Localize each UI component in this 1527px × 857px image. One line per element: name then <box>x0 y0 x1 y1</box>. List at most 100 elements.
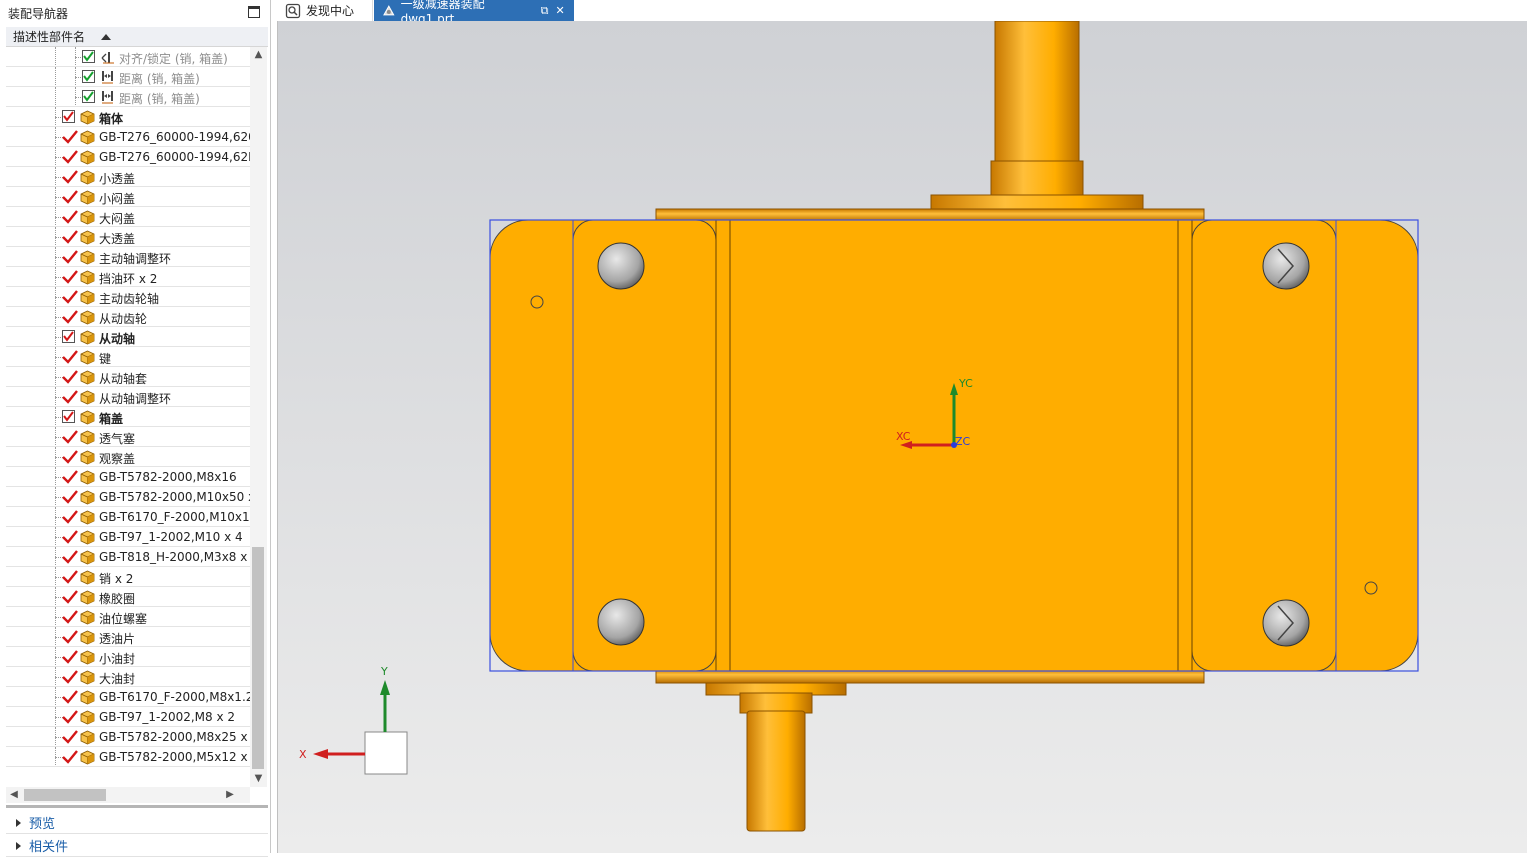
tree-vertical-scrollbar[interactable]: ▲ ▼ <box>250 47 267 787</box>
tree-row[interactable]: GB-T6170_F-2000,M10x1.5 <box>6 507 250 527</box>
visible-checkmark-icon[interactable] <box>62 550 78 564</box>
tree-row[interactable]: 橡胶圈 <box>6 587 250 607</box>
view-triad[interactable]: Y X <box>299 665 408 775</box>
visible-checkmark-icon[interactable] <box>62 510 78 524</box>
visible-checkmark-icon[interactable] <box>62 610 78 624</box>
tree-row[interactable]: 对齐/锁定 (销, 箱盖) <box>6 47 250 67</box>
tree-row[interactable]: GB-T97_1-2002,M10 x 4 <box>6 527 250 547</box>
scrollbar-thumb[interactable] <box>24 789 106 801</box>
visible-checkmark-icon[interactable] <box>62 490 78 504</box>
assembly-model-view[interactable]: YC XC ZC Y X <box>278 21 1527 853</box>
tab-active-part[interactable]: 一级减速器装配dwg1.prt ⧉ ✕ <box>374 0 574 26</box>
visible-checkmark-icon[interactable] <box>62 270 78 284</box>
column-header-part-name[interactable]: 描述性部件名 <box>6 27 268 47</box>
tree-row-label: GB-T5782-2000,M10x50 x <box>99 490 250 504</box>
tree-row[interactable]: 销 x 2 <box>6 567 250 587</box>
tree-row-label: 挡油环 x 2 <box>99 272 158 286</box>
checkbox-checked-icon[interactable] <box>62 410 75 423</box>
tree-row[interactable]: 油位螺塞 <box>6 607 250 627</box>
output-shaft-bottom[interactable] <box>705 680 847 832</box>
tree-row[interactable]: 小油封 <box>6 647 250 667</box>
tree-row[interactable]: 小闷盖 <box>6 187 250 207</box>
visible-checkmark-icon[interactable] <box>62 450 78 464</box>
visible-checkmark-icon[interactable] <box>62 570 78 584</box>
tree-row[interactable]: 从动齿轮 <box>6 307 250 327</box>
tree-row[interactable]: GB-T5782-2000,M8x25 x 2 <box>6 727 250 747</box>
tree-row[interactable]: 小透盖 <box>6 167 250 187</box>
section-preview[interactable]: 预览 <box>6 812 268 834</box>
tree-row[interactable]: GB-T5782-2000,M5x12 x 2 <box>6 747 250 767</box>
tree-row[interactable]: GB-T6170_F-2000,M8x1.25 <box>6 687 250 707</box>
tree-row[interactable]: 大闷盖 <box>6 207 250 227</box>
visible-checkmark-icon[interactable] <box>62 470 78 484</box>
visible-checkmark-icon[interactable] <box>62 150 78 164</box>
component-cube-icon <box>80 690 95 705</box>
visible-checkmark-icon[interactable] <box>62 350 78 364</box>
visible-checkmark-icon[interactable] <box>62 710 78 724</box>
checkbox-checked-icon[interactable] <box>62 110 75 123</box>
scroll-right-icon[interactable]: ▶ <box>222 787 238 803</box>
tab-discovery-center[interactable]: 发现中心 <box>277 0 373 21</box>
input-shaft-top[interactable] <box>930 21 1144 212</box>
visible-checkmark-icon[interactable] <box>62 530 78 544</box>
tree-row[interactable]: 距离 (销, 箱盖) <box>6 67 250 87</box>
maximize-icon[interactable] <box>248 6 260 18</box>
scrollbar-thumb[interactable] <box>252 547 264 769</box>
tree-row[interactable]: 透气塞 <box>6 427 250 447</box>
tree-row[interactable]: 观察盖 <box>6 447 250 467</box>
visible-checkmark-icon[interactable] <box>62 210 78 224</box>
component-cube-icon <box>80 210 95 225</box>
tree-row[interactable]: GB-T276_60000-1994,6202 <box>6 127 250 147</box>
visible-checkmark-icon[interactable] <box>62 650 78 664</box>
tree-row[interactable]: 箱体 <box>6 107 250 127</box>
close-icon[interactable]: ✕ <box>554 4 566 17</box>
visible-checkmark-icon[interactable] <box>62 310 78 324</box>
tree-row[interactable]: GB-T818_H-2000,M3x8 x 4 <box>6 547 250 567</box>
tree-row[interactable]: 从动轴调整环 <box>6 387 250 407</box>
visible-checkmark-icon[interactable] <box>62 630 78 644</box>
panel-splitter[interactable] <box>6 805 268 808</box>
constraint-checkbox-icon[interactable] <box>82 90 95 103</box>
component-cube-icon <box>80 190 95 205</box>
tree-row[interactable]: 键 <box>6 347 250 367</box>
tree-row[interactable]: 挡油环 x 2 <box>6 267 250 287</box>
visible-checkmark-icon[interactable] <box>62 390 78 404</box>
tree-row[interactable]: 从动轴 <box>6 327 250 347</box>
tree-row[interactable]: 距离 (销, 箱盖) <box>6 87 250 107</box>
tree-row[interactable]: 大透盖 <box>6 227 250 247</box>
tree-row[interactable]: 主动轴调整环 <box>6 247 250 267</box>
checkbox-checked-icon[interactable] <box>62 330 75 343</box>
constraint-checkbox-icon[interactable] <box>82 70 95 83</box>
visible-checkmark-icon[interactable] <box>62 730 78 744</box>
scroll-down-icon[interactable]: ▼ <box>250 771 267 787</box>
tree-row[interactable]: 大油封 <box>6 667 250 687</box>
component-cube-icon <box>80 730 95 745</box>
constraint-checkbox-icon[interactable] <box>82 50 95 63</box>
visible-checkmark-icon[interactable] <box>62 370 78 384</box>
tree-horizontal-scrollbar[interactable]: ◀ ▶ <box>6 787 250 803</box>
scroll-left-icon[interactable]: ◀ <box>6 787 22 803</box>
visible-checkmark-icon[interactable] <box>62 290 78 304</box>
scroll-up-icon[interactable]: ▲ <box>250 47 267 63</box>
visible-checkmark-icon[interactable] <box>62 250 78 264</box>
tree-row[interactable]: GB-T276_60000-1994,62I2 <box>6 147 250 167</box>
visible-checkmark-icon[interactable] <box>62 170 78 184</box>
tree-row[interactable]: 透油片 <box>6 627 250 647</box>
tree-row[interactable]: GB-T97_1-2002,M8 x 2 <box>6 707 250 727</box>
tree-row[interactable]: GB-T5782-2000,M8x16 <box>6 467 250 487</box>
tab-undock-icon[interactable]: ⧉ <box>539 4 551 17</box>
visible-checkmark-icon[interactable] <box>62 590 78 604</box>
tree-row[interactable]: 从动轴套 <box>6 367 250 387</box>
tree-row[interactable]: 主动齿轮轴 <box>6 287 250 307</box>
visible-checkmark-icon[interactable] <box>62 190 78 204</box>
tree-row[interactable]: 箱盖 <box>6 407 250 427</box>
graphics-viewport[interactable]: YC XC ZC Y X <box>277 21 1527 853</box>
visible-checkmark-icon[interactable] <box>62 230 78 244</box>
visible-checkmark-icon[interactable] <box>62 750 78 764</box>
section-related[interactable]: 相关件 <box>6 835 268 857</box>
visible-checkmark-icon[interactable] <box>62 430 78 444</box>
tree-row[interactable]: GB-T5782-2000,M10x50 x <box>6 487 250 507</box>
visible-checkmark-icon[interactable] <box>62 670 78 684</box>
visible-checkmark-icon[interactable] <box>62 130 78 144</box>
visible-checkmark-icon[interactable] <box>62 690 78 704</box>
